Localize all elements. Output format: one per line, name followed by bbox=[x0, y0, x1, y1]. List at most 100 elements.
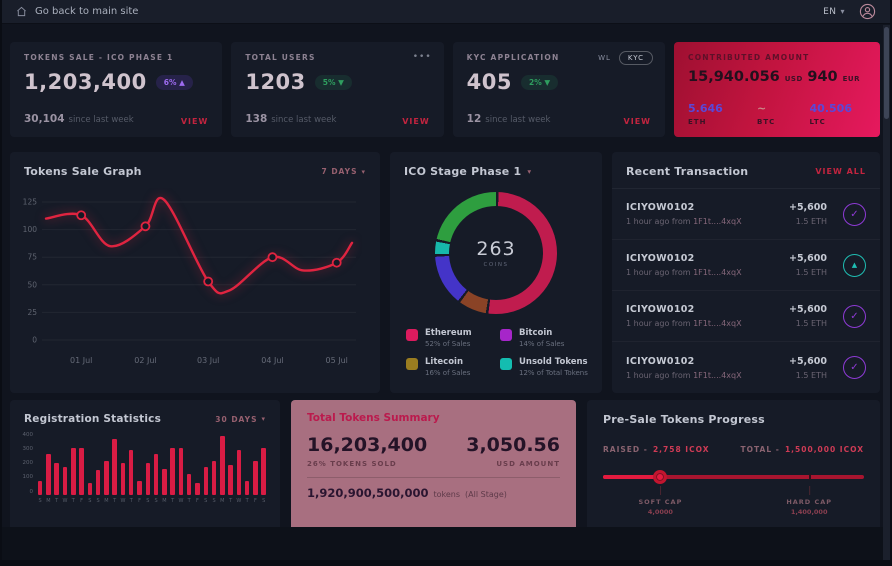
card-title: CONTRIBUTED AMOUNT bbox=[688, 53, 866, 62]
bar bbox=[38, 481, 43, 495]
chevron-down-icon[interactable]: ▾ bbox=[527, 167, 532, 176]
card-title: TOKENS SALE - ICO PHASE 1 bbox=[24, 53, 208, 62]
wl-toggle-button[interactable]: WL bbox=[598, 54, 611, 62]
bar bbox=[79, 448, 84, 495]
language-selector[interactable]: EN ▾ bbox=[823, 7, 845, 17]
scrollbar[interactable] bbox=[883, 25, 890, 560]
transaction-id: ICIYOW0102 bbox=[626, 356, 789, 367]
ico-stage-donut-chart: 263 COINS bbox=[435, 192, 557, 314]
slider-knob[interactable] bbox=[653, 470, 667, 484]
transaction-row[interactable]: ICIYOW0102 1 hour ago from 1F1t....4xqX … bbox=[612, 342, 880, 393]
delta-label: since last week bbox=[271, 115, 336, 125]
legend-item: Litecoin 16% of Sales bbox=[406, 357, 494, 377]
card-tokens-sale: TOKENS SALE - ICO PHASE 1 1,203,400 6% ▲… bbox=[10, 42, 222, 137]
presale-progress-slider bbox=[603, 470, 864, 484]
transaction-amount: +5,600 bbox=[789, 356, 827, 367]
svg-text:125: 125 bbox=[23, 198, 38, 207]
topbar-right: EN ▾ bbox=[823, 3, 876, 20]
svg-text:100: 100 bbox=[23, 225, 38, 234]
bar-chart-bars: SMTWTFSSMTWTFSSMTWTFSSMTWTFS bbox=[36, 433, 268, 504]
delta-label: since last week bbox=[485, 115, 550, 125]
delta-label: since last week bbox=[69, 115, 134, 125]
eur-amount: 940 bbox=[807, 69, 837, 85]
recent-transactions-panel: Recent Transaction VIEW ALL ICIYOW0102 1… bbox=[612, 152, 880, 393]
kyc-toggle-button[interactable]: KYC bbox=[619, 51, 653, 65]
panel-title: Registration Statistics bbox=[24, 413, 161, 425]
bar bbox=[220, 436, 225, 495]
bar bbox=[187, 474, 192, 495]
bar bbox=[195, 483, 200, 495]
chevron-down-icon: ▾ bbox=[840, 7, 845, 16]
slider-fill bbox=[603, 475, 660, 479]
bar bbox=[46, 454, 51, 495]
delta-value: 138 bbox=[245, 113, 267, 125]
total-users-badge: 5% ▼ bbox=[315, 75, 352, 90]
view-all-button[interactable]: VIEW ALL bbox=[815, 167, 866, 176]
svg-text:0: 0 bbox=[32, 336, 37, 345]
user-avatar-icon[interactable] bbox=[859, 3, 876, 20]
bar bbox=[121, 463, 126, 495]
top-bar: Go back to main site EN ▾ bbox=[2, 0, 890, 24]
back-label: Go back to main site bbox=[35, 6, 138, 17]
donut-legend: Ethereum 52% of Sales Bitcoin 14% of Sal… bbox=[390, 314, 602, 377]
range-dropdown[interactable]: 30 DAYS ▾ bbox=[215, 415, 266, 424]
legend-desc: 14% of Sales bbox=[519, 340, 564, 348]
transaction-id: ICIYOW0102 bbox=[626, 253, 789, 264]
transaction-status-icon[interactable]: ✓ bbox=[843, 356, 866, 379]
eth-amount: 5.646ETH bbox=[688, 102, 723, 126]
total-tokens-summary-panel: Total Tokens Summary 16,203,400 26% TOKE… bbox=[291, 400, 576, 533]
transaction-eth: 1.5 ETH bbox=[789, 268, 827, 277]
transaction-row[interactable]: ICIYOW0102 1 hour ago from 1F1t....4xqX … bbox=[612, 189, 880, 240]
panel-title: Pre-Sale Tokens Progress bbox=[603, 413, 864, 426]
transaction-status-icon[interactable]: ▲ bbox=[843, 254, 866, 277]
legend-name: Litecoin bbox=[425, 357, 470, 367]
content: TOKENS SALE - ICO PHASE 1 1,203,400 6% ▲… bbox=[10, 24, 880, 515]
legend-desc: 12% of Total Tokens bbox=[519, 369, 588, 377]
legend-name: Unsold Tokens bbox=[519, 357, 588, 367]
legend-desc: 52% of Sales bbox=[425, 340, 472, 348]
svg-text:25: 25 bbox=[27, 308, 37, 317]
range-dropdown[interactable]: 7 DAYS ▾ bbox=[322, 167, 367, 176]
scrollbar-thumb[interactable] bbox=[884, 27, 889, 119]
btc-amount: ~BTC bbox=[757, 102, 775, 126]
legend-swatch bbox=[406, 329, 418, 341]
transaction-status-icon[interactable]: ✓ bbox=[843, 203, 866, 226]
raised-value: 2,758 ICOX bbox=[653, 445, 710, 454]
svg-text:03 Jul: 03 Jul bbox=[197, 356, 219, 365]
svg-text:50: 50 bbox=[27, 280, 37, 289]
bar bbox=[146, 463, 151, 495]
charts-row: Tokens Sale Graph 7 DAYS ▾ 1251007550250… bbox=[10, 152, 880, 392]
bar bbox=[71, 448, 76, 495]
panel-title: ICO Stage Phase 1 bbox=[404, 165, 521, 178]
transaction-eth: 1.5 ETH bbox=[789, 371, 827, 380]
hard-cap-marker: HARD CAP 1,400,000 bbox=[786, 486, 832, 516]
view-button[interactable]: VIEW bbox=[402, 117, 429, 126]
bar bbox=[228, 465, 233, 495]
delta-value: 12 bbox=[467, 113, 482, 125]
transaction-amount: +5,600 bbox=[789, 202, 827, 213]
legend-item: Bitcoin 14% of Sales bbox=[500, 328, 588, 348]
hard-cap-label: HARD CAP bbox=[786, 498, 832, 506]
legend-name: Ethereum bbox=[425, 328, 472, 338]
hardcap-tick bbox=[809, 474, 811, 480]
language-label: EN bbox=[823, 7, 836, 17]
eur-unit: EUR bbox=[843, 75, 860, 83]
panel-title: Tokens Sale Graph bbox=[24, 165, 142, 178]
bar bbox=[253, 461, 258, 495]
view-button[interactable]: VIEW bbox=[181, 117, 208, 126]
coins-count: 263 bbox=[476, 238, 515, 260]
kyc-value: 405 bbox=[467, 70, 512, 94]
transaction-row[interactable]: ICIYOW0102 1 hour ago from 1F1t....4xqX … bbox=[612, 291, 880, 342]
soft-cap-marker: SOFT CAP 4,0000 bbox=[638, 486, 682, 516]
ltc-amount: 40.506LTC bbox=[810, 102, 852, 126]
view-button[interactable]: VIEW bbox=[624, 117, 651, 126]
transaction-status-icon[interactable]: ✓ bbox=[843, 305, 866, 328]
back-to-site-link[interactable]: Go back to main site bbox=[16, 6, 138, 17]
legend-name: Bitcoin bbox=[519, 328, 564, 338]
transaction-row[interactable]: ICIYOW0102 1 hour ago from 1F1t....4xqX … bbox=[612, 240, 880, 291]
bar bbox=[129, 450, 134, 495]
bar bbox=[261, 448, 266, 495]
transaction-address: 1F1t....4xqX bbox=[693, 319, 741, 328]
more-menu-icon[interactable]: ••• bbox=[413, 52, 432, 62]
transaction-list: ICIYOW0102 1 hour ago from 1F1t....4xqX … bbox=[612, 189, 880, 393]
